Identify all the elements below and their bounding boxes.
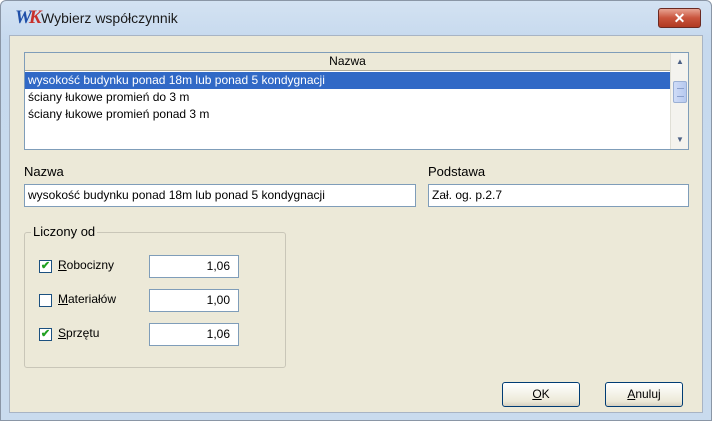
robocizny-label[interactable]: Robocizny [58, 258, 114, 272]
liczony-od-group: Liczony od ✔ Robocizny 1,06 Materiałów 1… [24, 224, 286, 368]
dialog-window: WK Wybierz współczynnik ✕ Nazwa wysokość… [0, 0, 712, 421]
check-mark-icon: ✔ [40, 260, 51, 272]
materialow-checkbox[interactable] [39, 294, 52, 307]
list-rows: wysokość budynku ponad 18m lub ponad 5 k… [25, 72, 670, 123]
scroll-down-arrow-icon[interactable]: ▼ [672, 133, 688, 147]
close-button[interactable]: ✕ [658, 8, 701, 28]
title-bar[interactable]: WK Wybierz współczynnik ✕ [1, 1, 711, 35]
coefficient-list[interactable]: Nazwa wysokość budynku ponad 18m lub pon… [24, 52, 689, 150]
cancel-button[interactable]: Anuluj [605, 382, 683, 407]
liczony-od-group-title: Liczony od [31, 224, 98, 239]
materialow-label[interactable]: Materiałów [58, 292, 116, 306]
check-mark-icon: ✔ [40, 328, 51, 340]
list-item[interactable]: ściany łukowe promień ponad 3 m [25, 106, 670, 123]
scroll-up-arrow-icon[interactable]: ▲ [672, 55, 688, 69]
robocizny-value-field[interactable]: 1,06 [149, 255, 239, 278]
robocizny-checkbox[interactable]: ✔ [39, 260, 52, 273]
dialog-client-area: Nazwa wysokość budynku ponad 18m lub pon… [9, 35, 703, 413]
podstawa-field[interactable]: Zał. og. p.2.7 [428, 184, 689, 207]
list-item[interactable]: wysokość budynku ponad 18m lub ponad 5 k… [25, 72, 670, 89]
sprzetu-label[interactable]: Sprzętu [58, 326, 99, 340]
list-vertical-scrollbar[interactable]: ▲ ▼ [670, 53, 688, 149]
podstawa-label: Podstawa [428, 164, 486, 179]
nazwa-field[interactable]: wysokość budynku ponad 18m lub ponad 5 k… [24, 184, 416, 207]
list-column-header-nazwa[interactable]: Nazwa [25, 53, 670, 71]
materialow-value-field[interactable]: 1,00 [149, 289, 239, 312]
sprzetu-checkbox[interactable]: ✔ [39, 328, 52, 341]
ok-button[interactable]: OK [502, 382, 580, 407]
scroll-thumb[interactable] [673, 81, 687, 103]
app-logo-icon: WK [15, 7, 42, 28]
list-item[interactable]: ściany łukowe promień do 3 m [25, 89, 670, 106]
sprzetu-value-field[interactable]: 1,06 [149, 323, 239, 346]
window-title: Wybierz współczynnik [41, 10, 178, 26]
nazwa-label: Nazwa [24, 164, 64, 179]
